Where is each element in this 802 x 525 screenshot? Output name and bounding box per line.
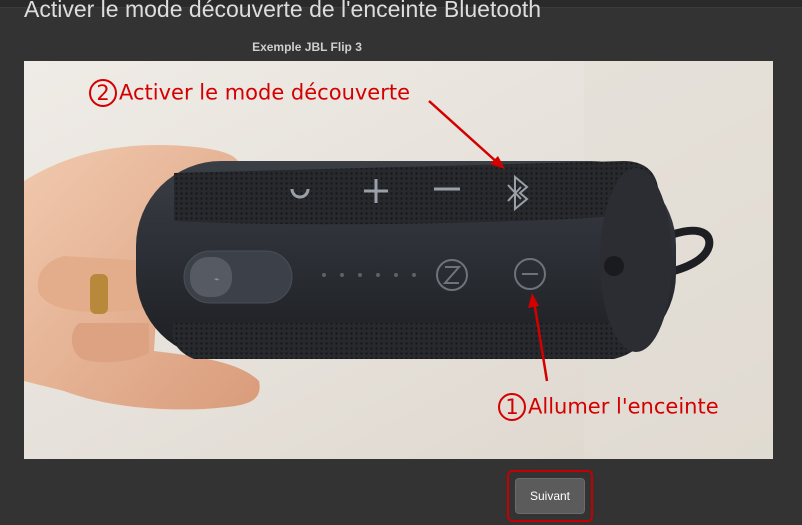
figure-caption: Exemple JBL Flip 3 — [252, 40, 362, 54]
next-button[interactable]: Suivant — [515, 478, 585, 514]
step-2-label: Activer le mode découverte — [119, 80, 411, 105]
page-title: Activer le mode découverte de l'enceinte… — [24, 0, 542, 22]
step-2-number: 2 — [89, 79, 117, 107]
tutorial-page: Activer le mode découverte de l'enceinte… — [0, 0, 802, 525]
annotation-step-1: 1 Allumer l'enceinte — [498, 393, 719, 421]
ring — [90, 274, 108, 314]
usb-port-icon: ⌁ — [190, 257, 232, 297]
step-1-number: 1 — [498, 393, 526, 421]
next-button-highlight: Suivant — [507, 470, 593, 522]
annotation-step-2: 2 Activer le mode découverte — [89, 79, 410, 107]
svg-text:⌁: ⌁ — [214, 275, 219, 285]
step-1-label: Allumer l'enceinte — [528, 394, 719, 419]
speaker-photo: ⌁ 2 Activer le mode découverte 1 Allumer… — [24, 61, 773, 459]
